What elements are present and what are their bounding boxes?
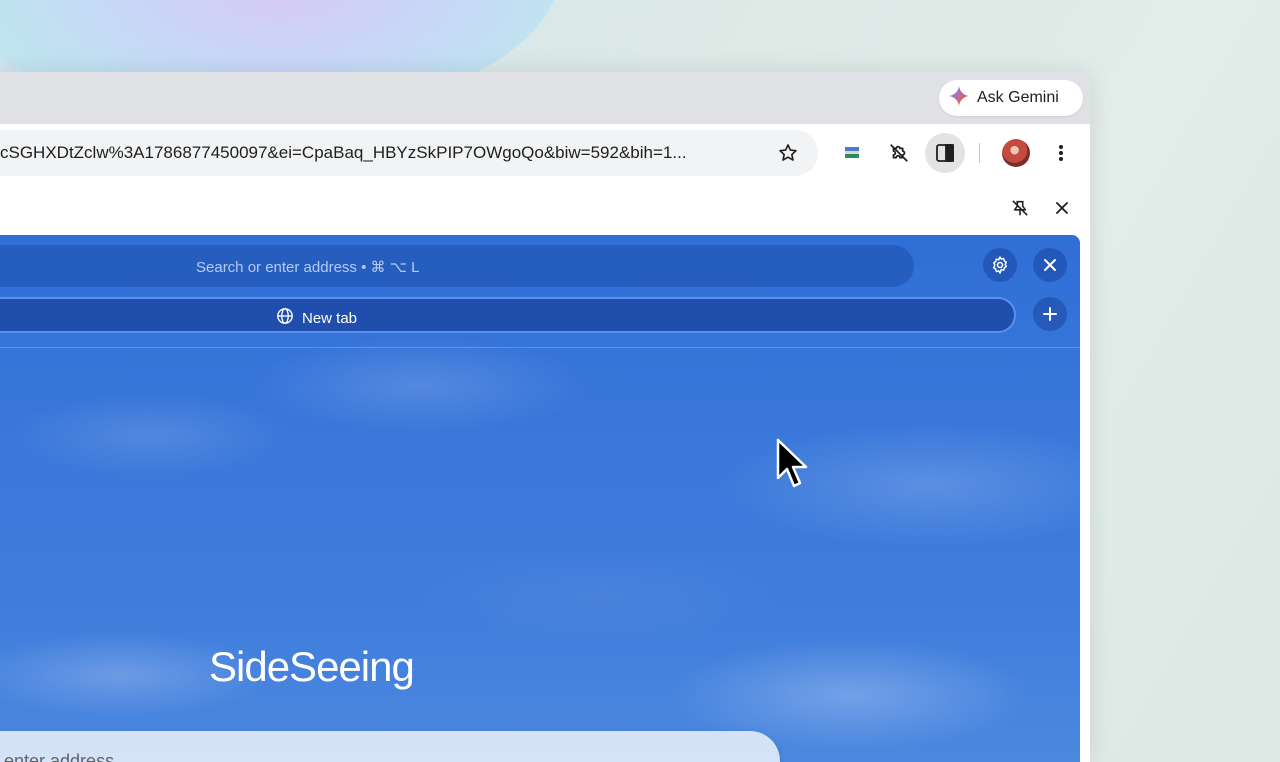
address-bar[interactable]: cSGHXDtZclw%3A1786877450097&ei=CpaBaq_HB… xyxy=(0,130,818,176)
gemini-sparkle-icon xyxy=(949,85,969,111)
puzzle-off-icon[interactable] xyxy=(879,133,919,173)
settings-gear-icon[interactable] xyxy=(983,248,1017,282)
mouse-pointer-icon xyxy=(776,438,812,499)
add-tab-icon[interactable] xyxy=(1033,297,1067,331)
ask-gemini-label: Ask Gemini xyxy=(977,89,1059,106)
globe-icon xyxy=(276,307,294,330)
side-panel-icon[interactable] xyxy=(925,133,965,173)
address-url[interactable]: cSGHXDtZclw%3A1786877450097&ei=CpaBaq_HB… xyxy=(0,143,760,163)
unpin-icon[interactable] xyxy=(1000,188,1040,228)
browser-window: Ask Gemini cSGHXDtZclw%3A1786877450097&e… xyxy=(0,72,1090,762)
tab-label: New tab xyxy=(302,310,358,327)
divider xyxy=(0,347,1080,348)
side-close-icon[interactable] xyxy=(1033,248,1067,282)
side-search-input[interactable]: Search or enter address • ⌘ ⌥ L xyxy=(0,245,914,287)
extension-flag-icon[interactable] xyxy=(832,133,872,173)
address-input[interactable]: enter address xyxy=(0,731,780,762)
close-icon[interactable] xyxy=(1042,188,1082,228)
more-vert-icon[interactable] xyxy=(1041,133,1081,173)
side-panel-content: Search or enter address • ⌘ ⌥ L New tab … xyxy=(0,235,1080,762)
brand-title: SideSeeing xyxy=(209,643,415,690)
ask-gemini-button[interactable]: Ask Gemini xyxy=(939,80,1083,116)
side-search-placeholder: Search or enter address • ⌘ ⌥ L xyxy=(196,259,420,276)
address-placeholder: enter address xyxy=(4,751,115,762)
tab-strip: Ask Gemini xyxy=(0,72,1090,124)
toolbar-separator xyxy=(979,143,980,163)
star-icon[interactable] xyxy=(768,133,808,173)
side-panel-header xyxy=(0,182,1090,236)
toolbar: cSGHXDtZclw%3A1786877450097&ei=CpaBaq_HB… xyxy=(0,124,1090,182)
tab-new-tab[interactable]: New tab xyxy=(0,297,1016,333)
avatar[interactable] xyxy=(1002,139,1030,167)
